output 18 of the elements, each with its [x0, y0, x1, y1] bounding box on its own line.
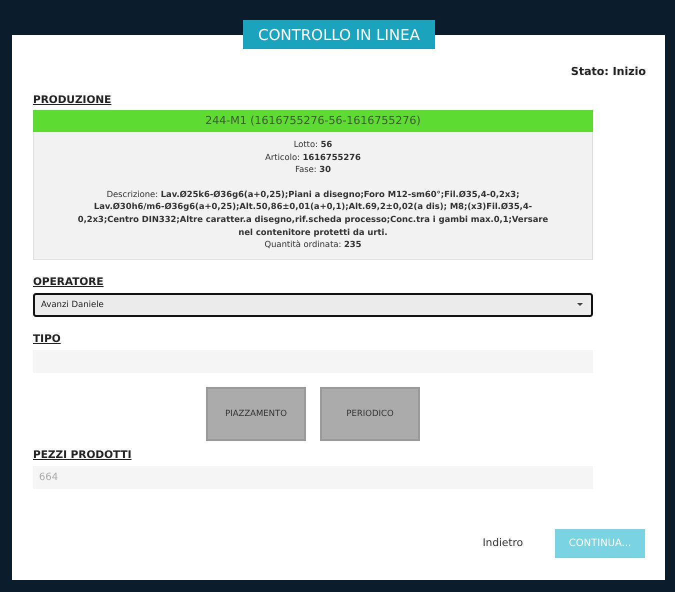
- status-text: Stato: Inizio: [570, 65, 646, 78]
- section-label: TIPO: [33, 332, 61, 345]
- section-label: OPERATORE: [33, 276, 104, 288]
- production-header: 244-M1 (1616755276-56-1616755276): [33, 110, 593, 132]
- quantity-text: Quantità ordinata: 235: [264, 238, 362, 251]
- description-text: Descrizione: Lav.Ø25k6-Ø36g6(a+0,25);Piani a disegno;Foro M12-sm60°;Fil.Ø35,4-0,2x3; Lav.Ø30h6/m6-Ø36g6(a+0,25);Alt.50,86±0,01(a+0,1);Alt.69,2±0,02(a dis); M8;(x3)Fil.Ø35,4-0,2x3;Centro DIN332;Altre caratter.a disegno,rif.scheda processo;Conc.tra i gambi max.0,1;Versare nel contenitore protetti da urti.: [76, 188, 550, 238]
- type-option-button[interactable]: PIAZZAMENTO: [206, 386, 306, 441]
- pieces-input[interactable]: 664: [33, 466, 593, 489]
- detail-text: Articolo: 1616755276: [265, 150, 361, 164]
- operator-select[interactable]: Avanzi Daniele: [33, 292, 593, 317]
- detail-text: Lotto: 56: [294, 138, 332, 151]
- section-label: PRODUZIONE: [33, 94, 112, 106]
- section-label: PEZZI PRODOTTI: [33, 448, 132, 461]
- caret-icon: [577, 303, 583, 306]
- dialog-title: CONTROLLO IN LINEA: [243, 20, 435, 49]
- back-link[interactable]: Indietro: [476, 536, 529, 550]
- type-option-button[interactable]: PERIODICO: [320, 386, 420, 441]
- detail-text: Fase: 30: [295, 163, 331, 176]
